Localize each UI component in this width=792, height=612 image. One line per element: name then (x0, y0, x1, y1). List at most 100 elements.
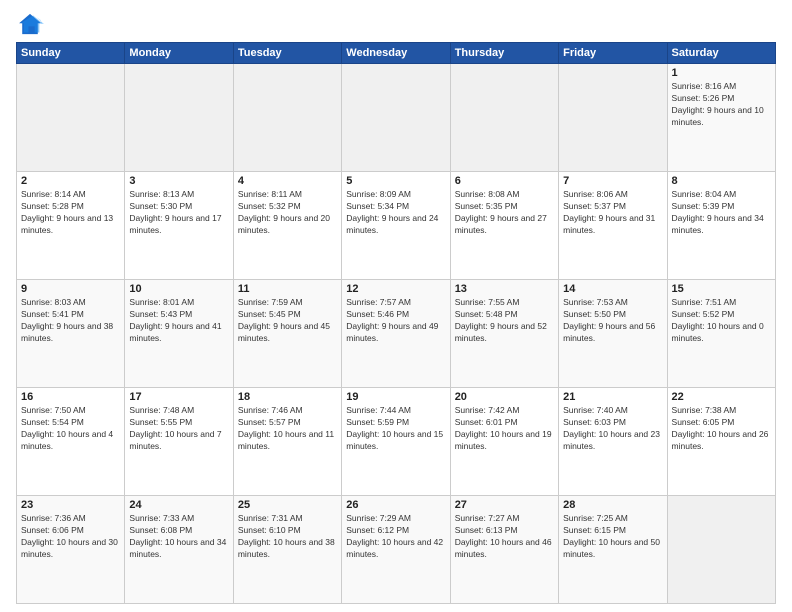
day-number: 24 (129, 499, 228, 511)
calendar-cell (342, 64, 450, 172)
calendar-cell: 10 Sunrise: 8:01 AM Sunset: 5:43 PM Dayli… (125, 280, 233, 388)
day-info: Sunrise: 7:31 AM Sunset: 6:10 PM Dayligh… (238, 513, 337, 561)
day-info: Sunrise: 7:53 AM Sunset: 5:50 PM Dayligh… (563, 297, 662, 345)
logo (16, 12, 48, 36)
day-info: Sunrise: 7:51 AM Sunset: 5:52 PM Dayligh… (672, 297, 771, 345)
day-number: 27 (455, 499, 554, 511)
calendar-cell: 5 Sunrise: 8:09 AM Sunset: 5:34 PM Daylig… (342, 172, 450, 280)
weekday-header-row: SundayMondayTuesdayWednesdayThursdayFrid… (17, 43, 776, 64)
day-info: Sunrise: 7:27 AM Sunset: 6:13 PM Dayligh… (455, 513, 554, 561)
calendar-cell: 22 Sunrise: 7:38 AM Sunset: 6:05 PM Dayli… (667, 388, 775, 496)
calendar-cell: 12 Sunrise: 7:57 AM Sunset: 5:46 PM Dayli… (342, 280, 450, 388)
calendar-cell: 19 Sunrise: 7:44 AM Sunset: 5:59 PM Dayli… (342, 388, 450, 496)
day-number: 7 (563, 175, 662, 187)
day-info: Sunrise: 8:11 AM Sunset: 5:32 PM Dayligh… (238, 189, 337, 237)
week-row-0: 1 Sunrise: 8:16 AM Sunset: 5:26 PM Daylig… (17, 64, 776, 172)
calendar-cell (667, 496, 775, 604)
day-info: Sunrise: 7:33 AM Sunset: 6:08 PM Dayligh… (129, 513, 228, 561)
calendar-cell: 26 Sunrise: 7:29 AM Sunset: 6:12 PM Dayli… (342, 496, 450, 604)
calendar-cell (233, 64, 341, 172)
day-number: 10 (129, 283, 228, 295)
day-number: 17 (129, 391, 228, 403)
calendar-cell: 24 Sunrise: 7:33 AM Sunset: 6:08 PM Dayli… (125, 496, 233, 604)
day-info: Sunrise: 8:03 AM Sunset: 5:41 PM Dayligh… (21, 297, 120, 345)
day-number: 25 (238, 499, 337, 511)
calendar-cell: 13Sunrise: 7:55 AM Sunset: 5:48 PM Dayli… (450, 280, 558, 388)
day-info: Sunrise: 7:42 AM Sunset: 6:01 PM Dayligh… (455, 405, 554, 453)
day-info: Sunrise: 7:55 AM Sunset: 5:48 PM Dayligh… (455, 297, 554, 345)
calendar-cell: 14 Sunrise: 7:53 AM Sunset: 5:50 PM Dayli… (559, 280, 667, 388)
day-info: Sunrise: 7:29 AM Sunset: 6:12 PM Dayligh… (346, 513, 445, 561)
day-number: 26 (346, 499, 445, 511)
calendar-cell: 21 Sunrise: 7:40 AM Sunset: 6:03 PM Dayli… (559, 388, 667, 496)
day-info: Sunrise: 8:09 AM Sunset: 5:34 PM Dayligh… (346, 189, 445, 237)
day-number: 2 (21, 175, 120, 187)
day-number: 23 (21, 499, 120, 511)
day-number: 18 (238, 391, 337, 403)
day-info: Sunrise: 7:36 AM Sunset: 6:06 PM Dayligh… (21, 513, 120, 561)
day-number: 21 (563, 391, 662, 403)
calendar-cell: 9 Sunrise: 8:03 AM Sunset: 5:41 PM Daylig… (17, 280, 125, 388)
day-info: Sunrise: 8:13 AM Sunset: 5:30 PM Dayligh… (129, 189, 228, 237)
day-number: 9 (21, 283, 120, 295)
day-number: 12 (346, 283, 445, 295)
day-info: Sunrise: 7:48 AM Sunset: 5:55 PM Dayligh… (129, 405, 228, 453)
day-number: 5 (346, 175, 445, 187)
header (16, 12, 776, 36)
calendar-cell: 1 Sunrise: 8:16 AM Sunset: 5:26 PM Daylig… (667, 64, 775, 172)
week-row-4: 23 Sunrise: 7:36 AM Sunset: 6:06 PM Dayli… (17, 496, 776, 604)
day-number: 11 (238, 283, 337, 295)
day-number: 19 (346, 391, 445, 403)
day-number: 1 (672, 67, 771, 79)
calendar-cell: 2 Sunrise: 8:14 AM Sunset: 5:28 PM Daylig… (17, 172, 125, 280)
weekday-header-thursday: Thursday (450, 43, 558, 64)
calendar-cell (450, 64, 558, 172)
day-info: Sunrise: 7:40 AM Sunset: 6:03 PM Dayligh… (563, 405, 662, 453)
day-number: 14 (563, 283, 662, 295)
day-number: 16 (21, 391, 120, 403)
page: SundayMondayTuesdayWednesdayThursdayFrid… (0, 0, 792, 612)
calendar-cell: 8Sunrise: 8:04 AM Sunset: 5:39 PM Daylig… (667, 172, 775, 280)
calendar-cell: 23 Sunrise: 7:36 AM Sunset: 6:06 PM Dayli… (17, 496, 125, 604)
calendar-cell (559, 64, 667, 172)
day-info: Sunrise: 7:44 AM Sunset: 5:59 PM Dayligh… (346, 405, 445, 453)
weekday-header-tuesday: Tuesday (233, 43, 341, 64)
day-number: 20 (455, 391, 554, 403)
day-info: Sunrise: 8:14 AM Sunset: 5:28 PM Dayligh… (21, 189, 120, 237)
weekday-header-wednesday: Wednesday (342, 43, 450, 64)
day-info: Sunrise: 8:04 AM Sunset: 5:39 PM Dayligh… (672, 189, 771, 237)
calendar-cell: 6 Sunrise: 8:08 AM Sunset: 5:35 PM Daylig… (450, 172, 558, 280)
day-number: 15 (672, 283, 771, 295)
calendar-cell: 16 Sunrise: 7:50 AM Sunset: 5:54 PM Dayli… (17, 388, 125, 496)
weekday-header-friday: Friday (559, 43, 667, 64)
day-info: Sunrise: 7:25 AM Sunset: 6:15 PM Dayligh… (563, 513, 662, 561)
calendar-cell: 25 Sunrise: 7:31 AM Sunset: 6:10 PM Dayli… (233, 496, 341, 604)
calendar-cell: 7 Sunrise: 8:06 AM Sunset: 5:37 PM Daylig… (559, 172, 667, 280)
day-info: Sunrise: 8:01 AM Sunset: 5:43 PM Dayligh… (129, 297, 228, 345)
week-row-3: 16 Sunrise: 7:50 AM Sunset: 5:54 PM Dayli… (17, 388, 776, 496)
week-row-1: 2 Sunrise: 8:14 AM Sunset: 5:28 PM Daylig… (17, 172, 776, 280)
day-number: 28 (563, 499, 662, 511)
weekday-header-monday: Monday (125, 43, 233, 64)
calendar-cell: 15 Sunrise: 7:51 AM Sunset: 5:52 PM Dayli… (667, 280, 775, 388)
weekday-header-sunday: Sunday (17, 43, 125, 64)
logo-icon (16, 12, 44, 36)
day-info: Sunrise: 8:16 AM Sunset: 5:26 PM Dayligh… (672, 81, 771, 129)
day-number: 22 (672, 391, 771, 403)
calendar-cell: 4 Sunrise: 8:11 AM Sunset: 5:32 PM Daylig… (233, 172, 341, 280)
calendar-cell: 18Sunrise: 7:46 AM Sunset: 5:57 PM Dayli… (233, 388, 341, 496)
day-info: Sunrise: 8:08 AM Sunset: 5:35 PM Dayligh… (455, 189, 554, 237)
day-number: 6 (455, 175, 554, 187)
day-info: Sunrise: 7:38 AM Sunset: 6:05 PM Dayligh… (672, 405, 771, 453)
calendar-cell: 20 Sunrise: 7:42 AM Sunset: 6:01 PM Dayli… (450, 388, 558, 496)
calendar-cell: 11 Sunrise: 7:59 AM Sunset: 5:45 PM Dayli… (233, 280, 341, 388)
day-number: 4 (238, 175, 337, 187)
calendar-cell: 28 Sunrise: 7:25 AM Sunset: 6:15 PM Dayli… (559, 496, 667, 604)
weekday-header-saturday: Saturday (667, 43, 775, 64)
day-info: Sunrise: 7:59 AM Sunset: 5:45 PM Dayligh… (238, 297, 337, 345)
calendar-cell: 27 Sunrise: 7:27 AM Sunset: 6:13 PM Dayli… (450, 496, 558, 604)
calendar-cell (125, 64, 233, 172)
day-info: Sunrise: 7:50 AM Sunset: 5:54 PM Dayligh… (21, 405, 120, 453)
day-info: Sunrise: 7:57 AM Sunset: 5:46 PM Dayligh… (346, 297, 445, 345)
day-info: Sunrise: 8:06 AM Sunset: 5:37 PM Dayligh… (563, 189, 662, 237)
